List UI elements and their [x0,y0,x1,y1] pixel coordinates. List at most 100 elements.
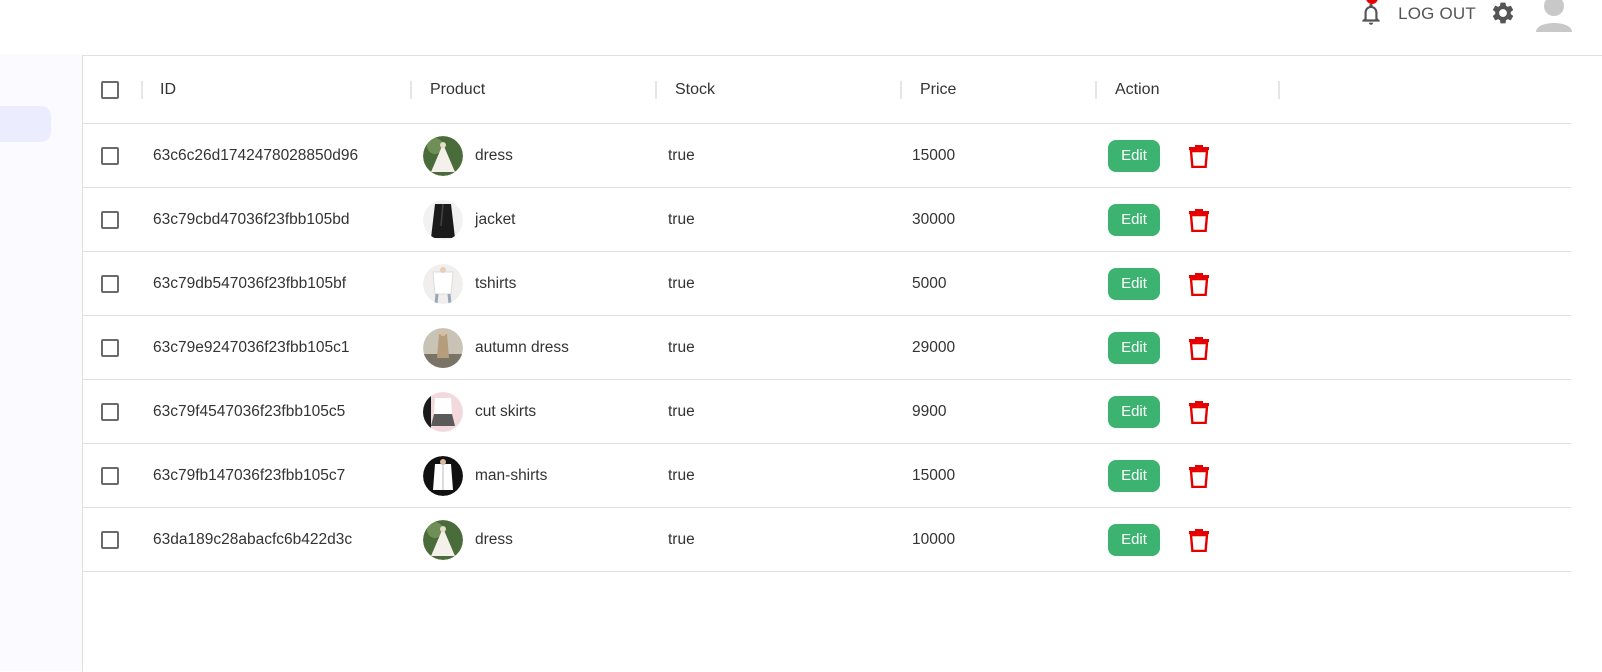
delete-trash-icon[interactable] [1188,528,1210,552]
product-id: 63c79e9247036f23fbb105c1 [153,338,350,356]
id-cell: 63c79cbd47036f23fbb105bd [153,188,350,251]
product-cell: man-shirts [423,444,547,507]
column-header-label: Action [1115,80,1160,98]
action-cell: Edit [1108,188,1210,251]
column-separator[interactable] [141,81,143,99]
price-cell: 29000 [912,316,955,379]
column-header-label: Price [920,80,957,98]
stock-value: true [668,402,695,420]
product-name: man-shirts [475,466,548,484]
column-header-stock[interactable]: Stock [675,56,715,123]
price-value: 5000 [912,274,947,292]
action-cell: Edit [1108,124,1210,187]
stock-value: true [668,466,695,484]
row-checkbox[interactable] [101,530,119,549]
edit-button[interactable]: Edit [1108,267,1160,300]
row-checkbox[interactable] [101,338,119,357]
price-cell: 9900 [912,380,946,443]
column-separator[interactable] [1278,81,1280,99]
stock-value: true [668,146,695,164]
top-bar: 4 LOG OUT [0,0,1602,54]
product-name: dress [475,146,513,164]
edit-button[interactable]: Edit [1108,139,1160,172]
id-cell: 63c79e9247036f23fbb105c1 [153,316,350,379]
price-cell: 15000 [912,124,955,187]
row-select-cell [101,380,119,443]
column-header-label: ID [160,80,176,98]
product-cell: dress [423,508,513,571]
edit-button[interactable]: Edit [1108,203,1160,236]
edit-button[interactable]: Edit [1108,395,1160,428]
edit-button[interactable]: Edit [1108,523,1160,556]
edit-button[interactable]: Edit [1108,331,1160,364]
price-value: 29000 [912,338,956,356]
product-thumbnail [423,263,463,304]
stock-value: true [668,210,695,228]
stock-cell: true [668,252,695,315]
price-value: 15000 [912,466,956,484]
stock-value: true [668,530,695,548]
id-cell: 63c79f4547036f23fbb105c5 [153,380,345,443]
table-row[interactable]: 63da189c28abacfc6b422d3c dress true 1000… [83,508,1571,572]
edit-button[interactable]: Edit [1108,459,1160,492]
product-id: 63c6c26d1742478028850d96 [153,146,359,164]
id-cell: 63c79fb147036f23fbb105c7 [153,444,345,507]
row-checkbox[interactable] [101,466,119,485]
column-separator[interactable] [655,81,657,99]
product-cell: jacket [423,188,516,251]
product-cell: dress [423,124,513,187]
product-thumbnail [423,519,463,560]
row-checkbox[interactable] [101,274,119,293]
delete-trash-icon[interactable] [1188,144,1210,168]
row-checkbox[interactable] [101,146,119,165]
row-select-cell [101,124,119,187]
delete-trash-icon[interactable] [1188,336,1210,360]
stock-cell: true [668,124,695,187]
delete-trash-icon[interactable] [1188,400,1210,424]
product-name: autumn dress [475,338,569,356]
column-header-action[interactable]: Action [1115,56,1159,123]
product-id: 63c79cbd47036f23fbb105bd [153,210,350,228]
delete-trash-icon[interactable] [1188,208,1210,232]
product-name: tshirts [475,274,517,292]
action-cell: Edit [1108,380,1210,443]
column-header-product[interactable]: Product [430,56,485,123]
table-row[interactable]: 63c79f4547036f23fbb105c5 cut skirts true… [83,380,1571,444]
column-separator[interactable] [410,81,412,99]
table-row[interactable]: 63c6c26d1742478028850d96 dress true 1500… [83,124,1571,188]
column-header-label: Product [430,80,486,98]
column-header-price[interactable]: Price [920,56,956,123]
row-checkbox[interactable] [101,402,119,421]
product-thumbnail [423,327,463,368]
row-checkbox[interactable] [101,210,119,229]
table-row[interactable]: 63c79cbd47036f23fbb105bd jacket true 300… [83,188,1571,252]
gear-icon[interactable] [1490,0,1516,26]
delete-trash-icon[interactable] [1188,464,1210,488]
product-thumbnail [423,455,463,496]
stock-cell: true [668,188,695,251]
product-id: 63c79fb147036f23fbb105c7 [153,466,346,484]
product-thumbnail [423,391,463,432]
stock-value: true [668,338,695,356]
table-row[interactable]: 63c79db547036f23fbb105bf tshirts true 50… [83,252,1571,316]
notifications-button[interactable]: 4 [1358,0,1384,28]
sidebar-active-item[interactable] [0,106,51,142]
row-select-cell [101,444,119,507]
select-all-checkbox[interactable] [101,80,119,99]
table-row[interactable]: 63c79fb147036f23fbb105c7 man-shirts true… [83,444,1571,508]
row-select-cell [101,252,119,315]
sidebar [0,54,82,671]
logout-button[interactable]: LOG OUT [1398,4,1476,24]
delete-trash-icon[interactable] [1188,272,1210,296]
price-cell: 5000 [912,252,946,315]
price-value: 10000 [912,530,956,548]
product-thumbnail [423,135,463,176]
product-thumbnail [423,199,463,240]
stock-value: true [668,274,695,292]
product-name: jacket [475,210,516,228]
user-avatar-icon[interactable] [1534,0,1574,32]
column-separator[interactable] [900,81,902,99]
column-header-id[interactable]: ID [160,56,176,123]
column-separator[interactable] [1095,81,1097,99]
table-row[interactable]: 63c79e9247036f23fbb105c1 autumn dress tr… [83,316,1571,380]
